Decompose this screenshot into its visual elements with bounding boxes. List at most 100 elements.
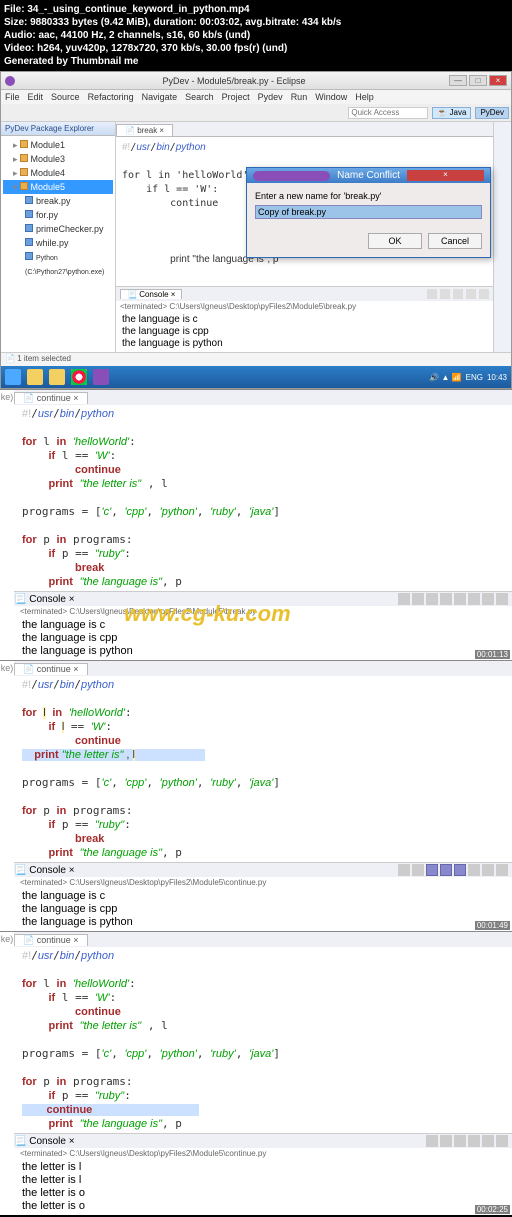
- generator: Generated by Thumbnail me: [4, 55, 508, 68]
- window-title: PyDev - Module5/break.py - Eclipse: [19, 76, 449, 86]
- tree-item[interactable]: Module4: [31, 168, 66, 178]
- taskbar-chrome-icon[interactable]: [71, 369, 87, 385]
- console-btn[interactable]: [468, 864, 480, 876]
- code-editor[interactable]: #!/usr/bin/python for l in 'helloWorld':…: [14, 676, 512, 862]
- package-explorer[interactable]: PyDev Package Explorer ▸Module1 ▸Module3…: [1, 122, 116, 352]
- close-button[interactable]: ×: [489, 75, 507, 86]
- menu-run[interactable]: Run: [291, 92, 308, 102]
- package-explorer-tab[interactable]: PyDev Package Explorer: [1, 122, 115, 136]
- timestamp-badge: 00:01:13: [475, 650, 510, 659]
- console-btn-display[interactable]: [479, 289, 489, 299]
- editor-tab[interactable]: 📄 continue ×: [14, 392, 88, 404]
- menu-search[interactable]: Search: [185, 92, 214, 102]
- console-btn[interactable]: [426, 593, 438, 605]
- name-conflict-dialog: Name Conflict × Enter a new name for 'br…: [246, 167, 491, 258]
- console-btn[interactable]: [440, 864, 452, 876]
- tree-file[interactable]: primeChecker.py: [36, 224, 104, 234]
- taskbar-explorer-icon[interactable]: [27, 369, 43, 385]
- code-editor[interactable]: #!/usr/bin/python for l in 'helloWorld':…: [14, 947, 512, 1133]
- perspective-pydev[interactable]: PyDev: [475, 107, 509, 119]
- dialog-close-button[interactable]: ×: [407, 170, 484, 181]
- maximize-button[interactable]: □: [469, 75, 487, 86]
- tree-item[interactable]: Module1: [31, 140, 66, 150]
- console-btn[interactable]: [496, 593, 508, 605]
- cancel-button[interactable]: Cancel: [428, 233, 482, 249]
- left-gutter: ke): [0, 661, 14, 931]
- outline-mini[interactable]: [493, 122, 511, 352]
- tree-interpreter[interactable]: Python (C:\Python27\python.exe): [25, 255, 104, 276]
- console-tab[interactable]: 📃 Console ×: [14, 594, 75, 605]
- editor-tab[interactable]: 📄 continue ×: [14, 934, 88, 946]
- console-btn[interactable]: [482, 593, 494, 605]
- console-btn[interactable]: [440, 593, 452, 605]
- menu-window[interactable]: Window: [315, 92, 347, 102]
- console-btn[interactable]: [454, 864, 466, 876]
- taskbar-ie-icon[interactable]: [5, 369, 21, 385]
- eclipse-icon: [5, 76, 15, 86]
- taskbar-eclipse-icon[interactable]: [93, 369, 109, 385]
- console-btn[interactable]: [454, 1135, 466, 1147]
- console-btn[interactable]: [440, 1135, 452, 1147]
- console-btn[interactable]: [426, 1135, 438, 1147]
- console-btn-clear[interactable]: [453, 289, 463, 299]
- console-output[interactable]: the letter is l the letter is l the lett…: [14, 1159, 512, 1215]
- console-btn[interactable]: [482, 1135, 494, 1147]
- console-btn[interactable]: [412, 864, 424, 876]
- menu-file[interactable]: File: [5, 92, 20, 102]
- tree-file[interactable]: for.py: [36, 210, 58, 220]
- console-subtitle: <terminated> C:\Users\Igneus\Desktop\pyF…: [14, 606, 512, 617]
- menu-edit[interactable]: Edit: [28, 92, 44, 102]
- window-title-bar[interactable]: PyDev - Module5/break.py - Eclipse — □ ×: [1, 72, 511, 90]
- tree-item-selected[interactable]: Module5: [31, 182, 66, 192]
- quick-access-input[interactable]: [348, 107, 428, 119]
- console-btn-terminate[interactable]: [427, 289, 437, 299]
- windows-taskbar[interactable]: 🔊 ▲ 📶 ENG 10:43: [1, 366, 511, 388]
- code-editor[interactable]: #!/usr/bin/python for l in 'helloWorld':…: [14, 405, 512, 591]
- eclipse-window: PyDev - Module5/break.py - Eclipse — □ ×…: [0, 71, 512, 389]
- console-btn[interactable]: [412, 593, 424, 605]
- console-btn-remove[interactable]: [440, 289, 450, 299]
- menu-refactoring[interactable]: Refactoring: [88, 92, 134, 102]
- project-tree[interactable]: ▸Module1 ▸Module3 ▸Module4 ▾Module5 brea…: [1, 136, 115, 282]
- console-output[interactable]: the language is c the language is cpp th…: [14, 617, 512, 660]
- menu-help[interactable]: Help: [355, 92, 374, 102]
- console-btn[interactable]: [496, 1135, 508, 1147]
- console-tab[interactable]: 📃 Console ×: [14, 1136, 75, 1147]
- console-btn[interactable]: [454, 593, 466, 605]
- console-btn[interactable]: [426, 864, 438, 876]
- menu-source[interactable]: Source: [51, 92, 80, 102]
- taskbar-tray-icons[interactable]: 🔊 ▲ 📶: [429, 373, 461, 382]
- menu-bar[interactable]: File Edit Source Refactoring Navigate Se…: [1, 90, 511, 104]
- console-btn-pin[interactable]: [466, 289, 476, 299]
- console-subtitle: <terminated> C:\Users\Igneus\Desktop\pyF…: [14, 1148, 512, 1159]
- perspective-javaee[interactable]: ☕ Java: [432, 107, 471, 119]
- menu-pydev[interactable]: Pydev: [258, 92, 283, 102]
- timestamp-badge: 00:02:25: [475, 1205, 510, 1214]
- taskbar-lang[interactable]: ENG: [466, 373, 483, 382]
- timestamp-badge: 00:01:49: [475, 921, 510, 930]
- editor-tab[interactable]: 📄 break ×: [116, 124, 173, 136]
- taskbar-folder-icon[interactable]: [49, 369, 65, 385]
- main-toolbar[interactable]: ☕ Java PyDev: [1, 104, 511, 122]
- console-output[interactable]: the language is c the language is cpp th…: [14, 888, 512, 931]
- console-btn[interactable]: [468, 593, 480, 605]
- menu-project[interactable]: Project: [222, 92, 250, 102]
- minimize-button[interactable]: —: [449, 75, 467, 86]
- console-tab[interactable]: 📃 Console ×: [14, 865, 75, 876]
- file-video: h264, yuv420p, 1278x720, 370 kb/s, 30.00…: [37, 43, 287, 54]
- tree-file[interactable]: break.py: [36, 196, 71, 206]
- console-btn[interactable]: [482, 864, 494, 876]
- console-btn[interactable]: [398, 864, 410, 876]
- editor-tab[interactable]: 📄 continue ×: [14, 663, 88, 675]
- console-btn[interactable]: [496, 864, 508, 876]
- ok-button[interactable]: OK: [368, 233, 422, 249]
- console-output[interactable]: the language is c the language is cpp th…: [116, 312, 493, 352]
- console-btn[interactable]: [398, 593, 410, 605]
- tree-item[interactable]: Module3: [31, 154, 66, 164]
- taskbar-clock[interactable]: 10:43: [487, 373, 507, 382]
- console-tab[interactable]: 📃 Console ×: [120, 289, 182, 299]
- dialog-filename-input[interactable]: [255, 205, 482, 219]
- menu-navigate[interactable]: Navigate: [142, 92, 178, 102]
- tree-file[interactable]: while.py: [36, 238, 69, 248]
- console-btn[interactable]: [468, 1135, 480, 1147]
